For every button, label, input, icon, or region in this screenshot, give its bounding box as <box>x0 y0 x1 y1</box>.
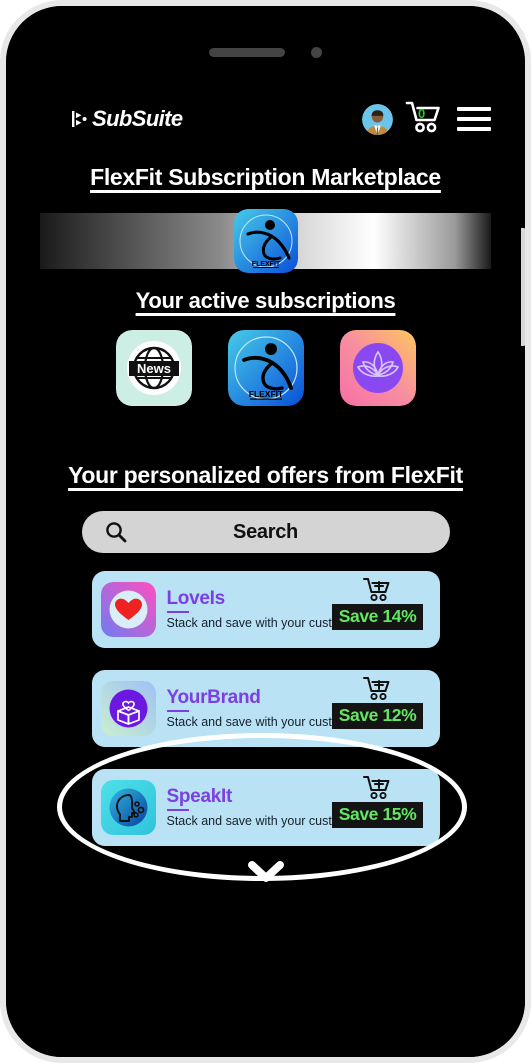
offers-list: LoveIs Stack and save with your customiz… <box>6 571 525 846</box>
search-input[interactable]: Search <box>82 521 450 544</box>
svg-text:News: News <box>137 361 171 376</box>
side-button[interactable] <box>521 228 525 346</box>
gift-box-heart-icon <box>100 681 156 736</box>
add-to-cart-icon[interactable] <box>362 577 393 603</box>
save-badge: Save 12% <box>331 703 424 729</box>
speaking-head-icon <box>100 780 156 835</box>
speaker-grille-icon <box>209 47 285 57</box>
header-actions: 0 <box>362 100 491 139</box>
offer-title-rule <box>166 610 189 613</box>
subscription-tile-news[interactable]: News <box>115 330 192 406</box>
user-avatar[interactable] <box>362 103 393 135</box>
search-bar[interactable]: Search <box>81 511 450 553</box>
phone-frame: SubSuite 0 FlexFit Subscription Marketpl… <box>0 0 531 1063</box>
svg-text:FLEXFIT: FLEXFIT <box>251 261 280 268</box>
offer-action: Save 15% <box>322 775 434 828</box>
offer-action: Save 12% <box>322 676 434 729</box>
brand-logo[interactable]: SubSuite <box>72 106 183 132</box>
front-camera-icon <box>311 46 322 58</box>
menu-line-3 <box>457 127 491 131</box>
offer-card-yourbrand[interactable]: YourBrand Stack and save with your custo… <box>91 670 440 747</box>
chevron-down-icon[interactable] <box>246 859 286 885</box>
save-badge: Save 15% <box>331 802 424 828</box>
subscription-tile-flexfit[interactable]: FLEXFIT <box>227 330 304 406</box>
active-subscriptions-heading: Your active subscriptions <box>135 288 396 313</box>
menu-line-1 <box>457 107 491 111</box>
heart-icon <box>100 582 156 637</box>
offer-title-rule <box>166 808 189 811</box>
shopping-cart-button[interactable]: 0 <box>405 100 445 139</box>
app-header: SubSuite 0 <box>6 80 525 140</box>
offer-card-loveis[interactable]: LoveIs Stack and save with your customiz… <box>91 571 440 648</box>
offer-action: Save 14% <box>322 577 434 630</box>
add-to-cart-icon[interactable] <box>362 775 393 801</box>
app-screen: SubSuite 0 FlexFit Subscription Marketpl… <box>6 6 525 1057</box>
cart-item-count-badge: 0 <box>418 105 426 121</box>
brand-name: SubSuite <box>92 106 183 131</box>
active-subscriptions-row: News FLEXFIT <box>6 330 525 406</box>
phone-notch-area <box>6 44 525 60</box>
subsuite-logo-mark-icon <box>72 111 87 127</box>
offers-heading: Your personalized offers from FlexFit <box>68 462 463 488</box>
offer-title-rule <box>166 709 189 712</box>
flexfit-app-icon[interactable]: FLEXFIT <box>233 209 298 273</box>
hamburger-menu-button[interactable] <box>457 107 491 131</box>
svg-text:FLEXFIT: FLEXFIT <box>248 389 283 399</box>
offer-card-speakit[interactable]: SpeakIt Stack and save with your customi… <box>91 769 440 846</box>
save-badge: Save 14% <box>331 604 424 630</box>
menu-line-2 <box>457 117 491 121</box>
hero-banner[interactable]: FLEXFIT <box>40 209 491 273</box>
add-to-cart-icon[interactable] <box>362 676 393 702</box>
subscription-tile-lotus[interactable] <box>339 330 416 406</box>
search-icon <box>105 522 126 543</box>
page-title: FlexFit Subscription Marketplace <box>90 164 441 190</box>
